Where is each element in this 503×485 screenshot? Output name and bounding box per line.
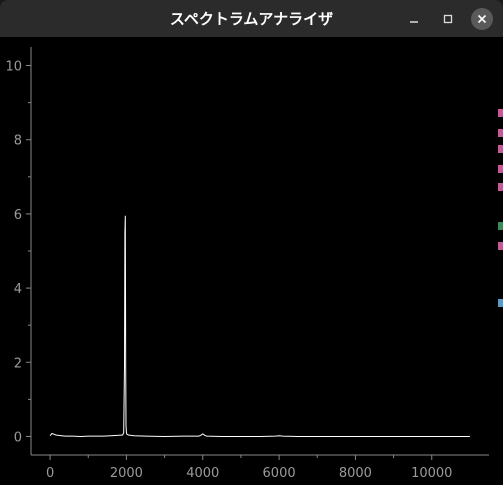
edge-color-mark bbox=[498, 129, 503, 137]
x-tick-label: 2000 bbox=[110, 466, 143, 481]
y-tick-label: 0 bbox=[14, 430, 22, 445]
edge-color-mark bbox=[498, 109, 503, 117]
maximize-button[interactable] bbox=[436, 7, 460, 31]
spectrum-line bbox=[49, 215, 470, 438]
spectrum-analyzer-window: スペクトラムアナライザ 0 2 4 6 8 10 0 2000 4000 6000 8000 1000… bbox=[0, 0, 503, 485]
edge-color-mark bbox=[498, 242, 503, 250]
x-tick-label: 8000 bbox=[339, 466, 372, 481]
x-tick-label: 4000 bbox=[186, 466, 219, 481]
background-window-edge bbox=[498, 37, 503, 485]
edge-color-mark bbox=[498, 145, 503, 153]
edge-color-mark bbox=[498, 299, 503, 307]
edge-color-mark bbox=[498, 183, 503, 191]
y-tick-label: 10 bbox=[5, 60, 22, 75]
x-tick-label: 10000 bbox=[411, 466, 452, 481]
title-bar[interactable]: スペクトラムアナライザ bbox=[0, 0, 503, 37]
minimize-icon bbox=[408, 10, 420, 29]
y-tick-label: 8 bbox=[14, 134, 22, 149]
y-tick-label: 2 bbox=[14, 356, 22, 371]
x-tick-label: 0 bbox=[46, 466, 54, 481]
spectrum-chart: 0 2 4 6 8 10 0 2000 4000 6000 8000 10000 bbox=[5, 47, 489, 481]
close-button[interactable] bbox=[470, 7, 494, 31]
edge-color-mark bbox=[498, 222, 503, 230]
window-title: スペクトラムアナライザ bbox=[169, 10, 334, 28]
close-icon bbox=[471, 8, 493, 30]
y-tick-label: 4 bbox=[14, 282, 22, 297]
spectrum-plot: 0 2 4 6 8 10 0 2000 4000 6000 8000 10000 bbox=[0, 37, 503, 485]
maximize-icon bbox=[442, 10, 454, 29]
minimize-button[interactable] bbox=[402, 7, 426, 31]
y-tick-label: 6 bbox=[14, 208, 22, 223]
x-tick-label: 6000 bbox=[263, 466, 296, 481]
edge-color-mark bbox=[498, 165, 503, 173]
